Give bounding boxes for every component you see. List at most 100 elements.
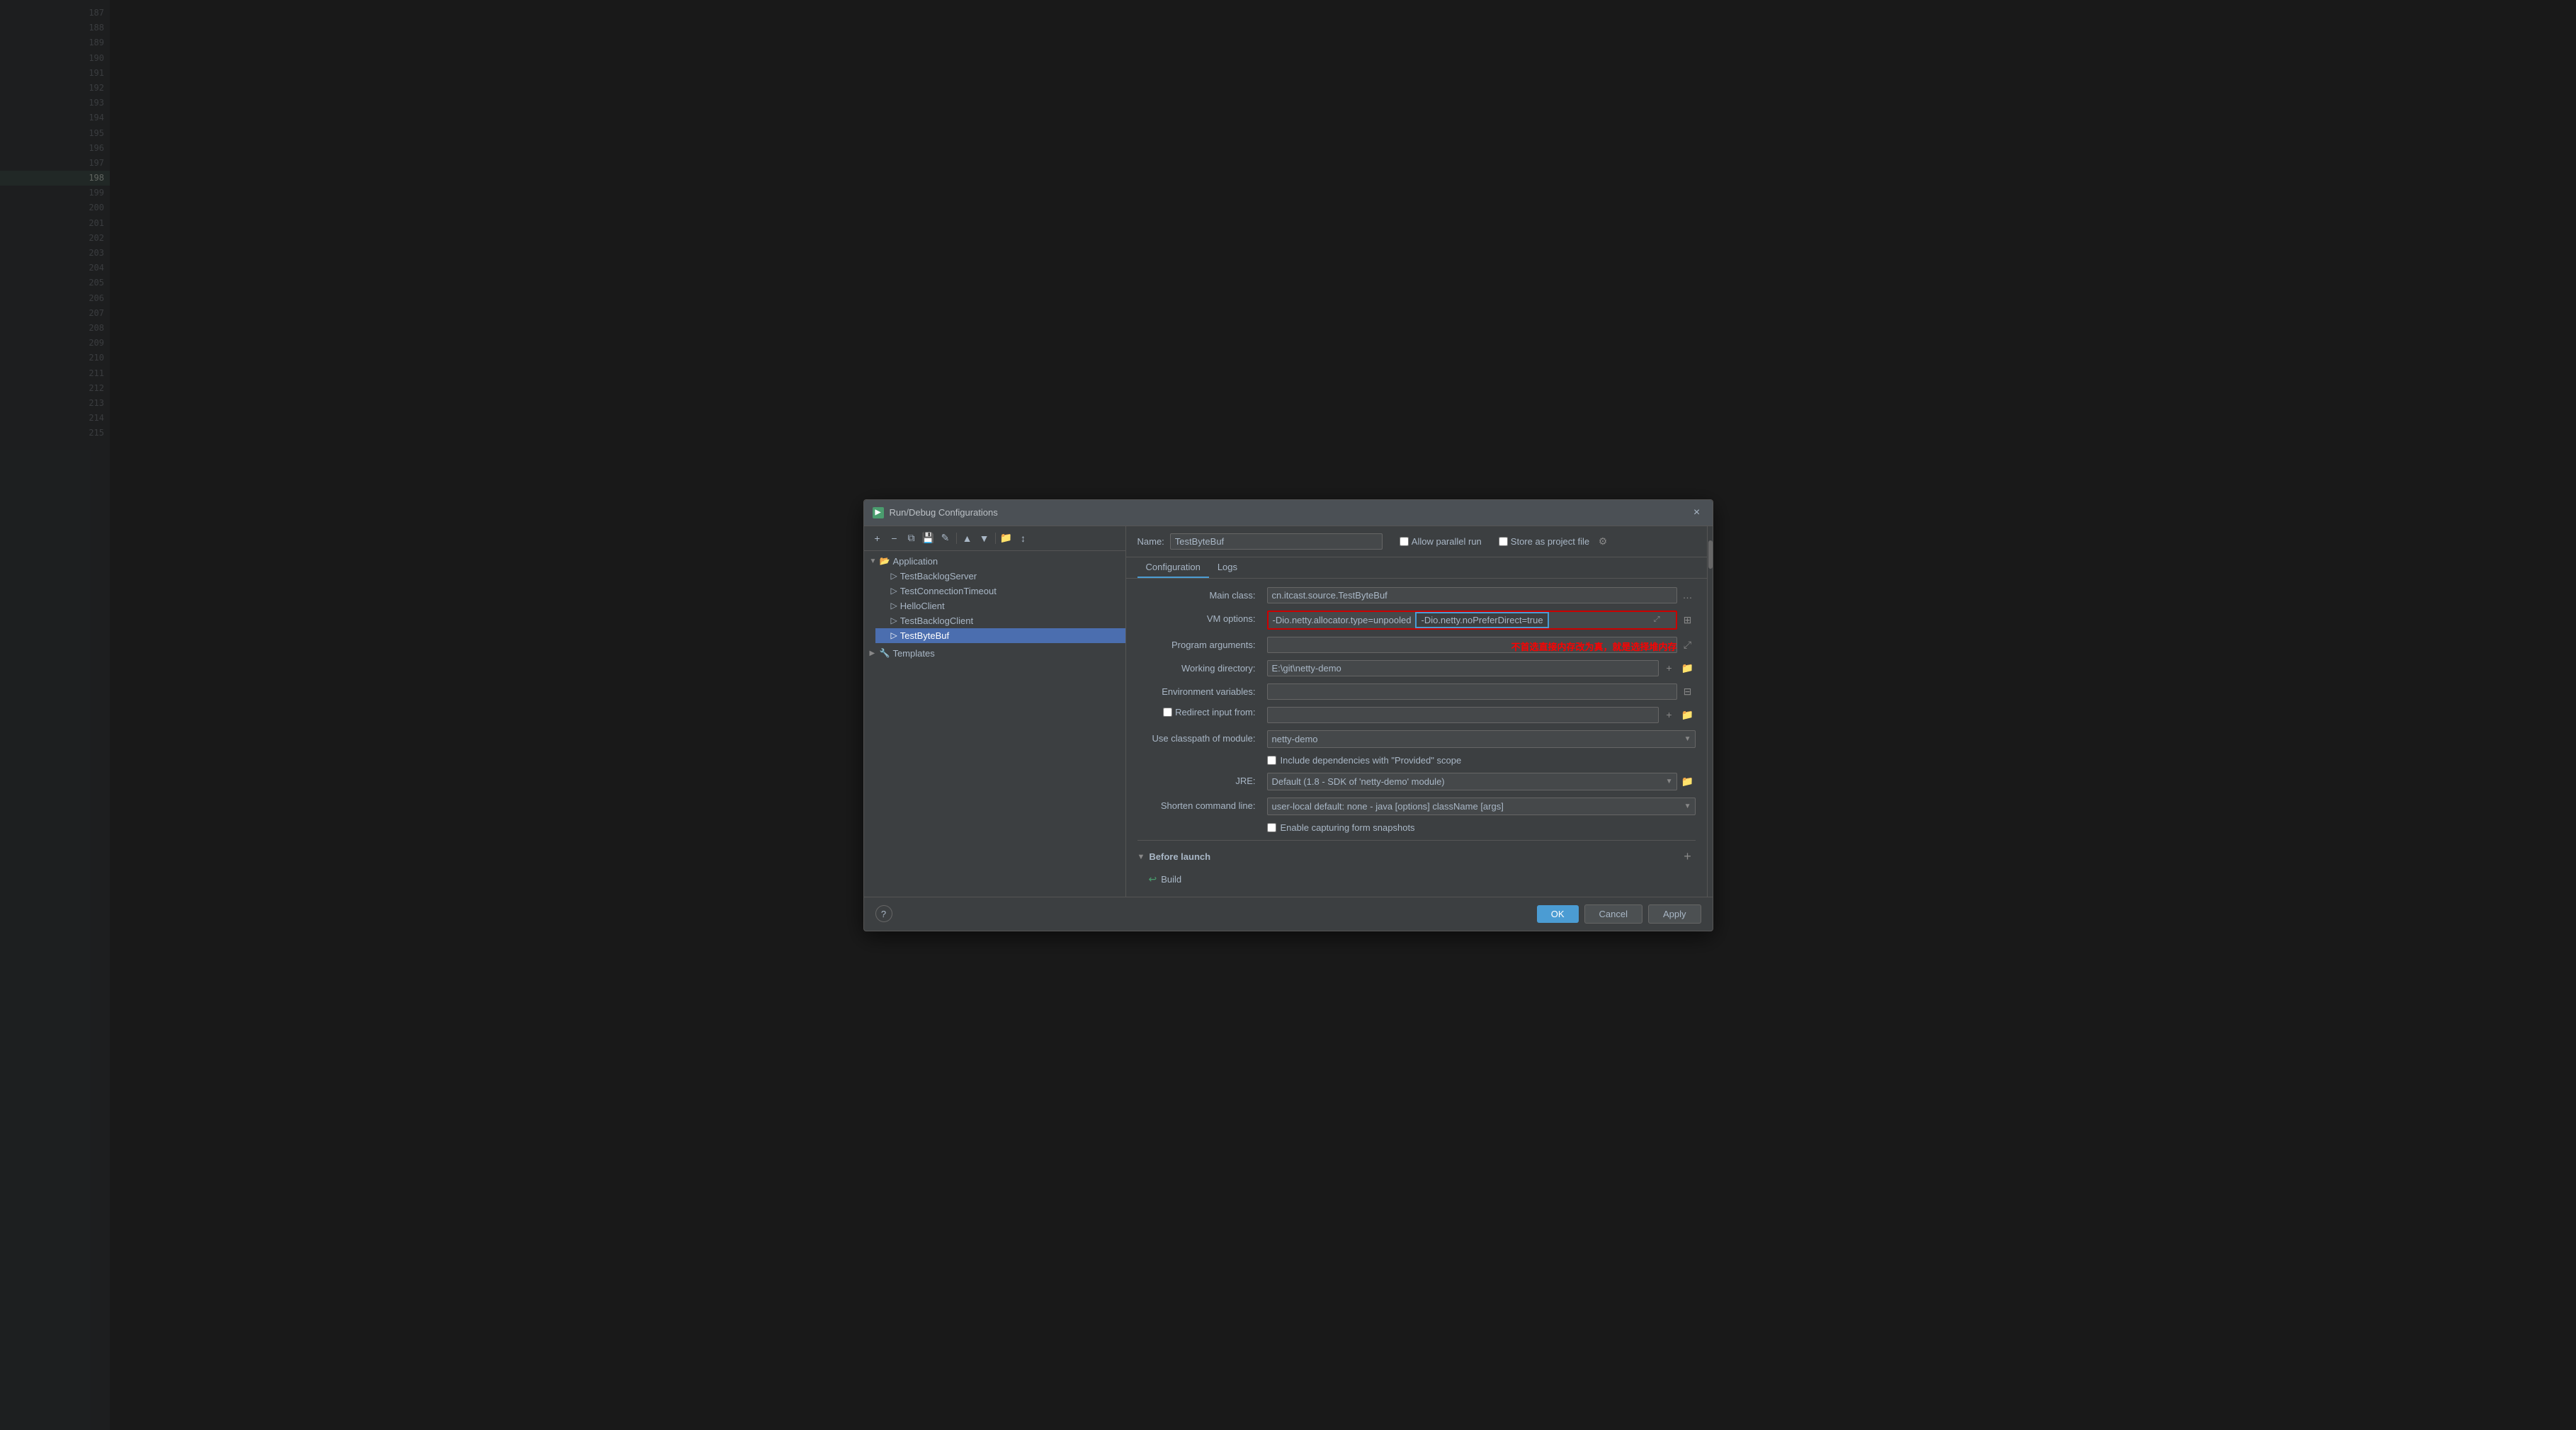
jre-select-wrapper: Default (1.8 - SDK of 'netty-demo' modul… [1267, 773, 1677, 790]
edit-config-button[interactable]: ✎ [938, 530, 953, 546]
remove-config-button[interactable]: − [887, 530, 902, 546]
cancel-button[interactable]: Cancel [1584, 904, 1642, 924]
tab-logs[interactable]: Logs [1209, 557, 1246, 578]
application-group-icon: 📂 [880, 556, 890, 566]
env-vars-input[interactable] [1267, 683, 1677, 700]
main-class-input[interactable] [1267, 587, 1677, 603]
tree-item-helloclient[interactable]: ▷ HelloClient [875, 598, 1125, 613]
config-tree: ▼ 📂 Application ▷ TestBacklogServer ▷ [864, 551, 1125, 897]
redirect-input-checkbox[interactable] [1163, 708, 1172, 717]
env-vars-edit-button[interactable]: ⊟ [1680, 683, 1696, 699]
program-args-row: Program arguments: 不首选直接内存改为真，就是选择堆内存 ⤢ [1137, 637, 1696, 653]
program-args-input[interactable] [1267, 637, 1677, 653]
vm-options-expand-button[interactable]: ⤢ [1654, 615, 1660, 625]
shorten-cmd-select-wrapper: user-local default: none - java [options… [1267, 798, 1696, 815]
left-panel: + − ⧉ 💾 ✎ ▲ ▼ 📁 ↕ ▼ 📂 [864, 526, 1126, 897]
before-launch-label: Before launch [1149, 851, 1210, 862]
templates-arrow: ▶ [870, 649, 877, 657]
run-config-icon-3: ▷ [891, 601, 897, 611]
tree-item-testbacklogserver[interactable]: ▷ TestBacklogServer [875, 569, 1125, 584]
enable-snapshots-row: Enable capturing form snapshots [1137, 822, 1696, 833]
store-settings-button[interactable]: ⚙ [1595, 533, 1611, 549]
allow-parallel-run-label: Allow parallel run [1400, 536, 1482, 547]
before-launch-header[interactable]: ▼ Before launch + [1137, 846, 1696, 868]
use-classpath-control: netty-demo ▼ [1267, 730, 1696, 748]
tree-application-header[interactable]: ▼ 📂 Application [864, 554, 1125, 569]
store-as-project-file-checkbox[interactable] [1499, 537, 1508, 546]
main-class-browse-button[interactable]: … [1680, 587, 1696, 603]
working-dir-row: Working directory: + 📁 [1137, 660, 1696, 676]
tree-item-testbytebuf[interactable]: ▷ TestByteBuf [875, 628, 1125, 643]
scrollbar-thumb[interactable] [1708, 540, 1713, 569]
run-config-icon-1: ▷ [891, 571, 897, 581]
jre-select[interactable]: Default (1.8 - SDK of 'netty-demo' modul… [1267, 773, 1677, 790]
vm-options-action-button[interactable]: ⊞ [1680, 612, 1696, 628]
close-button[interactable]: × [1690, 506, 1704, 520]
redirect-input-input[interactable] [1267, 707, 1659, 723]
toolbar-separator [956, 533, 957, 544]
vm-options-part2: -Dio.netty.noPreferDirect=true [1415, 612, 1548, 628]
dialog-title-text: Run/Debug Configurations [890, 507, 998, 518]
folder-button[interactable]: 📁 [999, 530, 1014, 546]
tree-item-testbacklogclient[interactable]: ▷ TestBacklogClient [875, 613, 1125, 628]
shorten-cmd-select[interactable]: user-local default: none - java [options… [1267, 798, 1696, 815]
working-dir-control: + 📁 [1267, 660, 1696, 676]
copy-config-button[interactable]: ⧉ [904, 530, 919, 546]
help-button[interactable]: ? [875, 905, 892, 922]
build-label: Build [1161, 874, 1181, 885]
working-dir-add-button[interactable]: + [1662, 660, 1677, 676]
templates-label: Templates [892, 648, 934, 659]
add-config-button[interactable]: + [870, 530, 885, 546]
use-classpath-select[interactable]: netty-demo [1267, 730, 1696, 748]
include-deps-checkbox[interactable] [1267, 756, 1276, 765]
apply-button[interactable]: Apply [1648, 904, 1701, 924]
main-class-row: Main class: … [1137, 587, 1696, 603]
tab-configuration[interactable]: Configuration [1137, 557, 1209, 578]
dialog-footer: ? OK Cancel Apply [864, 897, 1713, 931]
before-launch-plus-button[interactable]: + [1680, 849, 1696, 865]
working-dir-label: Working directory: [1137, 660, 1261, 674]
build-item: ↩ Build [1137, 870, 1696, 888]
working-dir-input[interactable] [1267, 660, 1659, 676]
use-classpath-row: Use classpath of module: netty-demo ▼ [1137, 730, 1696, 748]
toolbar-separator-2 [995, 533, 996, 544]
use-classpath-select-wrapper: netty-demo ▼ [1267, 730, 1696, 748]
dialog-body: + − ⧉ 💾 ✎ ▲ ▼ 📁 ↕ ▼ 📂 [864, 526, 1713, 897]
name-input[interactable] [1170, 533, 1383, 550]
right-panel-scrollbar[interactable] [1707, 526, 1713, 897]
ok-button[interactable]: OK [1537, 905, 1579, 923]
redirect-input-add-button[interactable]: + [1662, 707, 1677, 722]
move-up-button[interactable]: ▲ [960, 530, 975, 546]
sort-button[interactable]: ↕ [1016, 530, 1031, 546]
tree-item-testconnectiontimeout[interactable]: ▷ TestConnectionTimeout [875, 584, 1125, 598]
run-config-icon-4: ▷ [891, 615, 897, 625]
include-deps-label: Include dependencies with "Provided" sco… [1281, 755, 1462, 766]
move-down-button[interactable]: ▼ [977, 530, 992, 546]
allow-parallel-run-checkbox[interactable] [1400, 537, 1409, 546]
jre-control: Default (1.8 - SDK of 'netty-demo' modul… [1267, 773, 1696, 790]
program-args-control: 不首选直接内存改为真，就是选择堆内存 ⤢ [1267, 637, 1696, 653]
vm-options-row: VM options: -Dio.netty.allocator.type=un… [1137, 611, 1696, 630]
tree-item-label-4: TestBacklogClient [900, 615, 973, 626]
tree-templates-header[interactable]: ▶ 🔧 Templates [864, 646, 1125, 661]
save-config-button[interactable]: 💾 [921, 530, 936, 546]
run-config-icon-5: ▷ [891, 630, 897, 640]
jre-browse-button[interactable]: 📁 [1680, 773, 1696, 789]
vm-options-control: -Dio.netty.allocator.type=unpooled -Dio.… [1267, 611, 1696, 630]
use-classpath-label: Use classpath of module: [1137, 730, 1261, 744]
redirect-input-browse-button[interactable]: 📁 [1680, 707, 1696, 722]
vm-options-part1: -Dio.netty.allocator.type=unpooled [1269, 613, 1416, 628]
application-children: ▷ TestBacklogServer ▷ TestConnectionTime… [864, 569, 1125, 643]
program-args-expand-button[interactable]: ⤢ [1680, 637, 1696, 652]
config-toolbar: + − ⧉ 💾 ✎ ▲ ▼ 📁 ↕ [864, 526, 1125, 551]
dialog-overlay: ▶ Run/Debug Configurations × + − ⧉ 💾 ✎ ▲… [0, 0, 2576, 1430]
name-row: Name: Allow parallel run Store as projec… [1126, 526, 1707, 557]
shorten-cmd-control: user-local default: none - java [options… [1267, 798, 1696, 815]
tree-item-label-1: TestBacklogServer [900, 571, 977, 581]
enable-snapshots-checkbox[interactable] [1267, 823, 1276, 832]
run-config-icon-2: ▷ [891, 586, 897, 596]
jre-label: JRE: [1137, 773, 1261, 786]
tree-item-label-5: TestByteBuf [900, 630, 949, 641]
working-dir-browse-button[interactable]: 📁 [1680, 660, 1696, 676]
env-vars-label: Environment variables: [1137, 683, 1261, 697]
